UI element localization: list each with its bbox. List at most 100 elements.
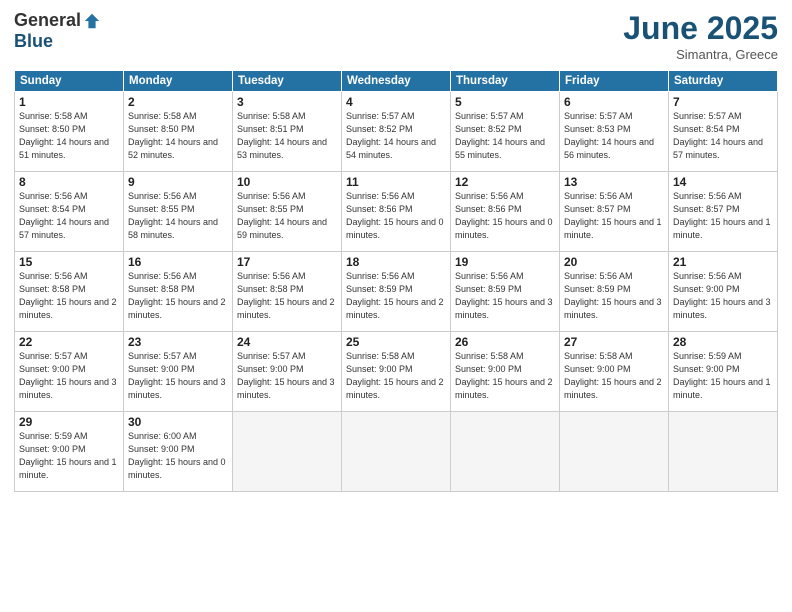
calendar-row: 1 Sunrise: 5:58 AMSunset: 8:50 PMDaylight… (15, 92, 778, 172)
day-info: Sunrise: 5:56 AMSunset: 8:55 PMDaylight:… (237, 190, 337, 242)
table-row: 13Sunrise: 5:56 AMSunset: 8:57 PMDayligh… (560, 172, 669, 252)
logo: General Blue (14, 10, 101, 52)
day-number: 23 (128, 335, 228, 349)
day-number: 12 (455, 175, 555, 189)
table-row: 28Sunrise: 5:59 AMSunset: 9:00 PMDayligh… (669, 332, 778, 412)
day-info: Sunrise: 5:59 AMSunset: 9:00 PMDaylight:… (673, 350, 773, 402)
logo-general-text: General (14, 10, 81, 31)
day-number: 25 (346, 335, 446, 349)
day-number: 15 (19, 255, 119, 269)
table-row: 25Sunrise: 5:58 AMSunset: 9:00 PMDayligh… (342, 332, 451, 412)
day-number: 19 (455, 255, 555, 269)
table-row: 20Sunrise: 5:56 AMSunset: 8:59 PMDayligh… (560, 252, 669, 332)
table-row: 8Sunrise: 5:56 AMSunset: 8:54 PMDaylight… (15, 172, 124, 252)
table-row: 10Sunrise: 5:56 AMSunset: 8:55 PMDayligh… (233, 172, 342, 252)
table-row: 12Sunrise: 5:56 AMSunset: 8:56 PMDayligh… (451, 172, 560, 252)
day-info: Sunrise: 5:56 AMSunset: 8:59 PMDaylight:… (346, 270, 446, 322)
day-number: 21 (673, 255, 773, 269)
calendar-row: 22Sunrise: 5:57 AMSunset: 9:00 PMDayligh… (15, 332, 778, 412)
day-number: 5 (455, 95, 555, 109)
table-row: 18Sunrise: 5:56 AMSunset: 8:59 PMDayligh… (342, 252, 451, 332)
table-row (451, 412, 560, 492)
day-info: Sunrise: 5:57 AMSunset: 8:54 PMDaylight:… (673, 110, 773, 162)
table-row (560, 412, 669, 492)
location: Simantra, Greece (623, 47, 778, 62)
table-row: 19Sunrise: 5:56 AMSunset: 8:59 PMDayligh… (451, 252, 560, 332)
day-number: 6 (564, 95, 664, 109)
calendar-header-row: Sunday Monday Tuesday Wednesday Thursday… (15, 71, 778, 92)
day-info: Sunrise: 5:57 AMSunset: 8:53 PMDaylight:… (564, 110, 664, 162)
logo-blue-text: Blue (14, 31, 53, 52)
table-row: 16Sunrise: 5:56 AMSunset: 8:58 PMDayligh… (124, 252, 233, 332)
day-info: Sunrise: 5:59 AMSunset: 9:00 PMDaylight:… (19, 430, 119, 482)
day-info: Sunrise: 5:57 AMSunset: 9:00 PMDaylight:… (128, 350, 228, 402)
header-wednesday: Wednesday (342, 71, 451, 92)
table-row: 26Sunrise: 5:58 AMSunset: 9:00 PMDayligh… (451, 332, 560, 412)
table-row: 4Sunrise: 5:57 AMSunset: 8:52 PMDaylight… (342, 92, 451, 172)
day-number: 29 (19, 415, 119, 429)
day-info: Sunrise: 5:58 AMSunset: 8:50 PMDaylight:… (128, 110, 228, 162)
day-number: 1 (19, 95, 119, 109)
table-row: 9Sunrise: 5:56 AMSunset: 8:55 PMDaylight… (124, 172, 233, 252)
table-row: 29Sunrise: 5:59 AMSunset: 9:00 PMDayligh… (15, 412, 124, 492)
day-info: Sunrise: 5:58 AMSunset: 8:51 PMDaylight:… (237, 110, 337, 162)
table-row: 30Sunrise: 6:00 AMSunset: 9:00 PMDayligh… (124, 412, 233, 492)
day-info: Sunrise: 5:56 AMSunset: 8:54 PMDaylight:… (19, 190, 119, 242)
table-row (342, 412, 451, 492)
day-number: 20 (564, 255, 664, 269)
day-info: Sunrise: 5:56 AMSunset: 8:55 PMDaylight:… (128, 190, 228, 242)
day-number: 7 (673, 95, 773, 109)
table-row: 2Sunrise: 5:58 AMSunset: 8:50 PMDaylight… (124, 92, 233, 172)
table-row: 23Sunrise: 5:57 AMSunset: 9:00 PMDayligh… (124, 332, 233, 412)
header-friday: Friday (560, 71, 669, 92)
day-info: Sunrise: 5:58 AMSunset: 9:00 PMDaylight:… (346, 350, 446, 402)
day-info: Sunrise: 5:57 AMSunset: 9:00 PMDaylight:… (19, 350, 119, 402)
day-info: Sunrise: 5:56 AMSunset: 9:00 PMDaylight:… (673, 270, 773, 322)
header: General Blue June 2025 Simantra, Greece (14, 10, 778, 62)
day-info: Sunrise: 5:56 AMSunset: 8:58 PMDaylight:… (128, 270, 228, 322)
day-info: Sunrise: 5:58 AMSunset: 9:00 PMDaylight:… (455, 350, 555, 402)
table-row: 3Sunrise: 5:58 AMSunset: 8:51 PMDaylight… (233, 92, 342, 172)
day-number: 11 (346, 175, 446, 189)
day-number: 26 (455, 335, 555, 349)
day-info: Sunrise: 5:58 AMSunset: 9:00 PMDaylight:… (564, 350, 664, 402)
header-tuesday: Tuesday (233, 71, 342, 92)
day-number: 8 (19, 175, 119, 189)
day-number: 14 (673, 175, 773, 189)
day-number: 27 (564, 335, 664, 349)
table-row (233, 412, 342, 492)
calendar-row: 15 Sunrise: 5:56 AMSunset: 8:58 PMDayligh… (15, 252, 778, 332)
day-number: 22 (19, 335, 119, 349)
day-number: 30 (128, 415, 228, 429)
day-number: 4 (346, 95, 446, 109)
day-info: Sunrise: 5:56 AMSunset: 8:58 PMDaylight:… (237, 270, 337, 322)
header-monday: Monday (124, 71, 233, 92)
day-info: Sunrise: 5:57 AMSunset: 8:52 PMDaylight:… (455, 110, 555, 162)
header-saturday: Saturday (669, 71, 778, 92)
table-row: 5Sunrise: 5:57 AMSunset: 8:52 PMDaylight… (451, 92, 560, 172)
calendar-table: Sunday Monday Tuesday Wednesday Thursday… (14, 70, 778, 492)
day-number: 9 (128, 175, 228, 189)
table-row: 11Sunrise: 5:56 AMSunset: 8:56 PMDayligh… (342, 172, 451, 252)
day-number: 3 (237, 95, 337, 109)
day-number: 24 (237, 335, 337, 349)
day-info: Sunrise: 5:57 AMSunset: 9:00 PMDaylight:… (237, 350, 337, 402)
table-row: 22Sunrise: 5:57 AMSunset: 9:00 PMDayligh… (15, 332, 124, 412)
table-row: 27Sunrise: 5:58 AMSunset: 9:00 PMDayligh… (560, 332, 669, 412)
day-number: 18 (346, 255, 446, 269)
day-number: 10 (237, 175, 337, 189)
day-info: Sunrise: 5:56 AMSunset: 8:59 PMDaylight:… (564, 270, 664, 322)
table-row: 24Sunrise: 5:57 AMSunset: 9:00 PMDayligh… (233, 332, 342, 412)
page: General Blue June 2025 Simantra, Greece … (0, 0, 792, 612)
title-block: June 2025 Simantra, Greece (623, 10, 778, 62)
table-row: 6Sunrise: 5:57 AMSunset: 8:53 PMDaylight… (560, 92, 669, 172)
table-row: 15Sunrise: 5:56 AMSunset: 8:58 PMDayligh… (15, 252, 124, 332)
logo-icon (83, 12, 101, 30)
table-row: 7Sunrise: 5:57 AMSunset: 8:54 PMDaylight… (669, 92, 778, 172)
day-info: Sunrise: 5:56 AMSunset: 8:57 PMDaylight:… (564, 190, 664, 242)
day-number: 13 (564, 175, 664, 189)
day-number: 16 (128, 255, 228, 269)
day-info: Sunrise: 5:56 AMSunset: 8:56 PMDaylight:… (346, 190, 446, 242)
header-sunday: Sunday (15, 71, 124, 92)
month-title: June 2025 (623, 10, 778, 47)
